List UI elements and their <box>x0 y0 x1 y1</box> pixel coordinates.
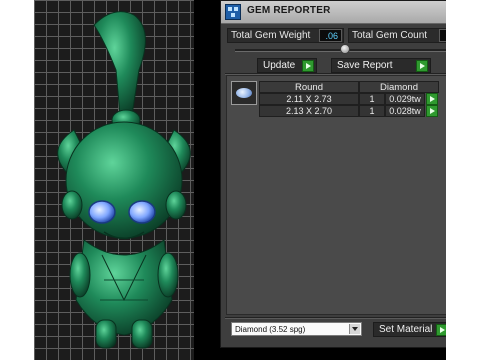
go-arrow-icon <box>416 60 428 72</box>
total-gem-weight-text: Total Gem Weight <box>231 30 311 41</box>
material-select-value: Diamond (3.52 spg) <box>235 325 306 334</box>
slider-knob[interactable] <box>340 44 350 54</box>
set-material-label: Set Material <box>379 324 433 335</box>
divider <box>225 317 446 319</box>
update-button[interactable]: Update <box>257 58 317 73</box>
total-gem-count-label: Total Gem Count <box>348 28 446 43</box>
save-report-button[interactable]: Save Report <box>331 58 431 73</box>
go-arrow-icon[interactable] <box>426 93 438 105</box>
table-row-count: 1 <box>359 105 385 117</box>
right-eye-gem <box>128 200 156 224</box>
go-arrow-icon[interactable] <box>426 105 438 117</box>
dropdown-arrow-icon[interactable] <box>349 324 360 334</box>
table-row-size: 2.13 X 2.70 <box>259 105 359 117</box>
total-gem-count-text: Total Gem Count <box>352 30 428 41</box>
table-row-weight: 0.028tw <box>385 105 425 117</box>
left-eye-gem <box>88 200 116 224</box>
table-row-weight: 0.029tw <box>385 93 425 105</box>
shape-header: Round <box>259 81 359 93</box>
table-row-count: 1 <box>359 93 385 105</box>
3d-viewport[interactable]: GEM REPORTER ✕ Total Gem Weight .06 Tota… <box>34 0 446 360</box>
set-material-button[interactable]: Set Material <box>373 322 446 337</box>
gem-thumbnail-icon[interactable] <box>231 81 257 105</box>
material-header: Diamond <box>359 81 439 93</box>
go-arrow-icon <box>302 60 314 72</box>
update-label: Update <box>263 60 296 71</box>
material-select[interactable]: Diamond (3.52 spg) <box>231 322 362 336</box>
go-arrow-icon <box>436 324 446 336</box>
total-gem-count-value: 2 <box>439 29 446 42</box>
app-icon <box>225 4 241 20</box>
panel-title: GEM REPORTER <box>247 5 331 16</box>
table-row-size: 2.11 X 2.73 <box>259 93 359 105</box>
gem-reporter-panel: GEM REPORTER ✕ Total Gem Weight .06 Tota… <box>220 0 446 348</box>
total-gem-weight-value: .06 <box>319 29 342 42</box>
panel-titlebar[interactable]: GEM REPORTER ✕ <box>221 1 446 24</box>
save-report-label: Save Report <box>337 60 393 71</box>
